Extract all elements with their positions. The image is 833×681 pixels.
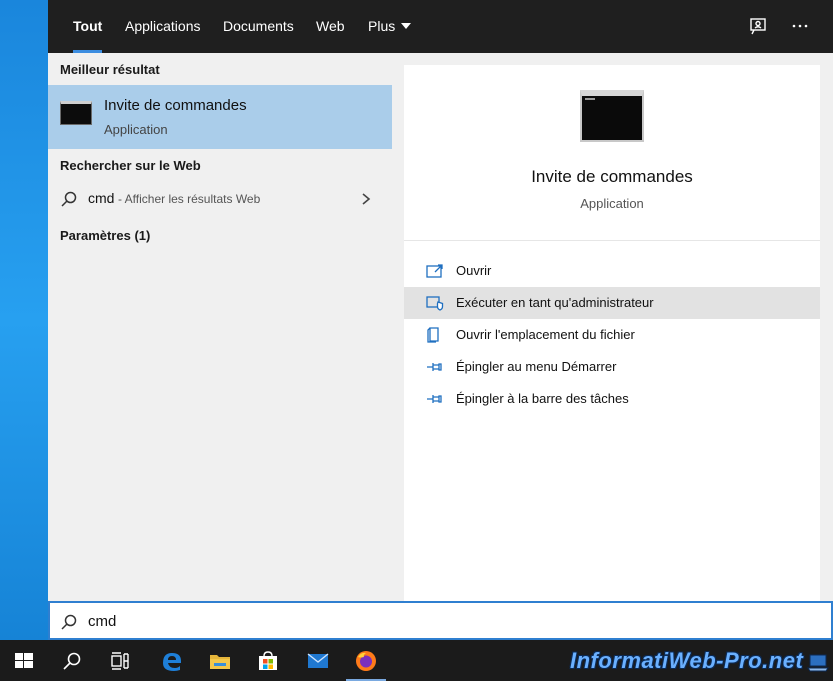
- file-location-icon: [427, 327, 439, 343]
- best-match-subtitle: Application: [104, 122, 168, 137]
- watermark-logo: InformatiWeb-Pro.net: [570, 648, 804, 673]
- feedback-icon[interactable]: [746, 14, 770, 38]
- search-icon: [61, 191, 77, 207]
- action-run-as-admin[interactable]: Exécuter en tant qu'administrateur: [404, 287, 820, 319]
- edge-icon: [163, 653, 181, 671]
- tab-web[interactable]: Web: [316, 0, 345, 53]
- mail-icon: [307, 653, 329, 668]
- search-panel: Tout Applications Documents Web Plus Mei…: [48, 0, 833, 640]
- pin-icon: [427, 363, 442, 371]
- more-options-icon[interactable]: [788, 14, 812, 38]
- web-search-query: cmd: [88, 190, 115, 206]
- tab-applications[interactable]: Applications: [125, 0, 201, 53]
- tab-documents[interactable]: Documents: [223, 0, 294, 53]
- settings-header[interactable]: Paramètres (1): [60, 228, 150, 243]
- file-explorer-icon: [210, 655, 230, 669]
- search-icon: [61, 614, 77, 630]
- action-pin-to-taskbar-label: Épingler à la barre des tâches: [456, 391, 629, 406]
- windows-start-icon: [15, 653, 33, 668]
- divider: [404, 240, 820, 241]
- preview-subtitle: Application: [580, 196, 644, 211]
- task-view-button[interactable]: [96, 640, 144, 681]
- command-prompt-icon: [580, 90, 644, 142]
- tab-all[interactable]: Tout: [73, 0, 103, 53]
- firefox-icon: [356, 651, 376, 671]
- store-icon: [259, 651, 277, 670]
- action-open[interactable]: Ouvrir: [404, 255, 820, 287]
- taskbar-search-button[interactable]: [48, 640, 96, 681]
- action-run-as-admin-label: Exécuter en tant qu'administrateur: [456, 295, 654, 310]
- tab-more[interactable]: Plus: [368, 0, 412, 53]
- preview-pane: Invite de commandes Application Ouvrir E…: [404, 65, 820, 601]
- action-open-label: Ouvrir: [456, 263, 492, 278]
- caret-down-icon: [401, 23, 412, 30]
- results-list: Meilleur résultat Invite de commandes Ap…: [48, 53, 392, 601]
- tab-more-label: Plus: [368, 18, 396, 34]
- open-icon: [426, 264, 443, 278]
- web-search-result[interactable]: cmd - Afficher les résultats Web: [48, 184, 392, 214]
- action-pin-to-start-label: Épingler au menu Démarrer: [456, 359, 617, 374]
- desktop-background: [0, 0, 48, 640]
- file-explorer-button[interactable]: [196, 640, 244, 681]
- search-icon: [63, 652, 81, 670]
- search-box: [48, 601, 833, 640]
- best-match-header: Meilleur résultat: [60, 62, 160, 77]
- best-match-title: Invite de commandes: [104, 97, 247, 114]
- mail-button[interactable]: [294, 640, 342, 681]
- action-pin-to-taskbar[interactable]: Épingler à la barre des tâches: [404, 383, 820, 415]
- web-search-header: Rechercher sur le Web: [60, 158, 201, 173]
- task-view-icon: [111, 652, 129, 670]
- action-open-file-location[interactable]: Ouvrir l'emplacement du fichier: [404, 319, 820, 351]
- store-button[interactable]: [244, 640, 292, 681]
- action-pin-to-start[interactable]: Épingler au menu Démarrer: [404, 351, 820, 383]
- search-input[interactable]: [88, 609, 788, 633]
- run-as-admin-icon: [426, 296, 444, 311]
- laptop-icon: [807, 654, 829, 672]
- action-open-file-location-label: Ouvrir l'emplacement du fichier: [456, 327, 635, 342]
- search-tab-bar: Tout Applications Documents Web Plus: [48, 0, 833, 53]
- pin-icon: [427, 395, 442, 403]
- edge-button[interactable]: [148, 640, 196, 681]
- start-button[interactable]: [0, 640, 48, 681]
- preview-title: Invite de commandes: [531, 167, 693, 186]
- command-prompt-icon: [60, 101, 92, 125]
- firefox-button[interactable]: [342, 640, 390, 681]
- chevron-right-icon: [362, 193, 371, 205]
- web-search-hint: - Afficher les résultats Web: [118, 192, 261, 206]
- best-match-item[interactable]: Invite de commandes Application: [48, 85, 392, 149]
